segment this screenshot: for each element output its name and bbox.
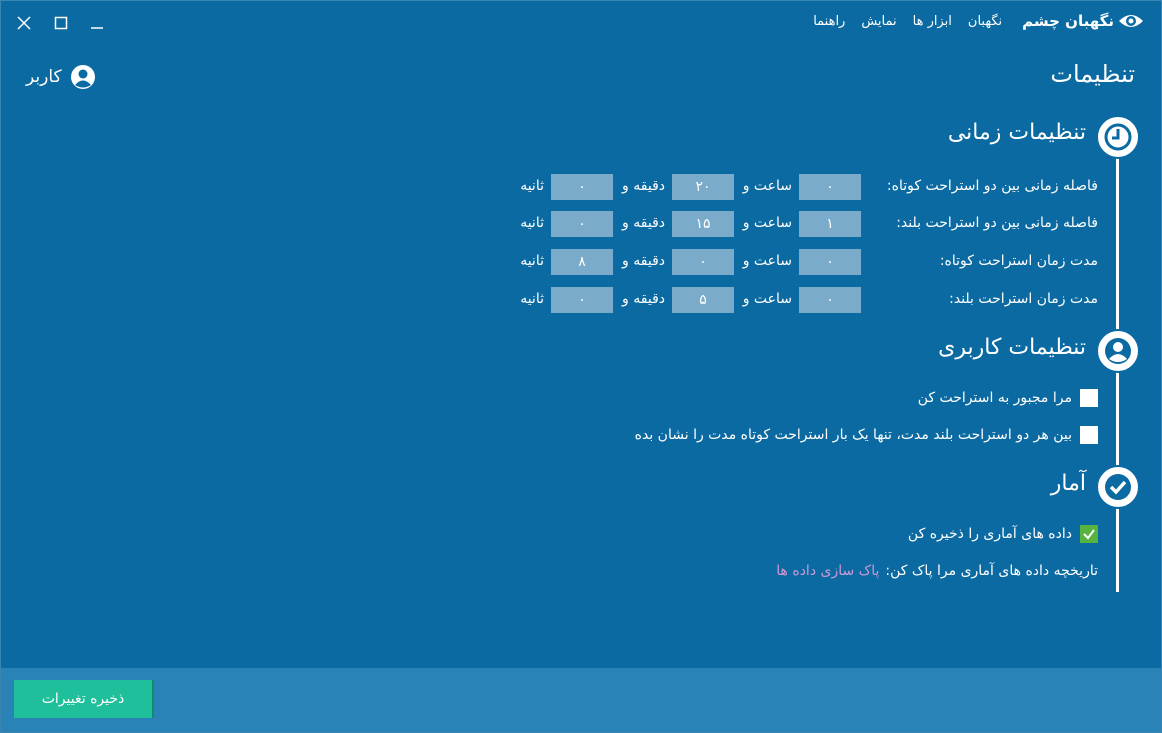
hours-input[interactable]: ۰ <box>799 249 861 275</box>
hours-input[interactable]: ۰ <box>799 287 861 313</box>
footer-bar: ذخیره تغییرات <box>1 668 1161 732</box>
timeline-line <box>1116 150 1119 592</box>
user-account[interactable]: کاربر <box>26 64 96 90</box>
menu-view[interactable]: نمایش <box>861 14 896 29</box>
row-label: فاصله زمانی بین دو استراحت بلند: <box>896 215 1098 231</box>
force-break-checkbox[interactable] <box>1080 389 1098 407</box>
maximize-button[interactable] <box>48 10 74 36</box>
user-icon <box>70 65 95 89</box>
check-icon <box>1083 529 1095 540</box>
user-label: کاربر <box>26 67 62 87</box>
close-button[interactable] <box>11 10 37 36</box>
menu-help[interactable]: راهنما <box>813 14 845 29</box>
minutes-unit: دقیقه و <box>622 215 665 231</box>
save-stats-option[interactable]: داده های آماری را ذخیره کن <box>908 525 1098 543</box>
row-label: فاصله زمانی بین دو استراحت کوتاه: <box>886 178 1098 194</box>
clear-history-row: تاریخچه داده های آماری مرا پاک کن: پاک س… <box>776 563 1098 579</box>
minutes-input[interactable]: ۰ <box>672 249 734 275</box>
page-title: تنظیمات <box>1050 60 1135 88</box>
hours-input[interactable]: ۰ <box>799 174 861 200</box>
hours-unit: ساعت و <box>742 178 792 194</box>
single-short-break-option[interactable]: بین هر دو استراحت بلند مدت، تنها یک بار … <box>635 426 1098 444</box>
time-row-long-interval: فاصله زمانی بین دو استراحت بلند: ۱ ساعت … <box>518 211 1098 237</box>
checkmark-icon <box>1098 467 1138 507</box>
minimize-button[interactable] <box>84 10 110 36</box>
eye-icon <box>1119 15 1143 27</box>
person-icon <box>1098 331 1138 371</box>
window-frame <box>0 0 1162 733</box>
app-header: نگهبان چشم نگهبان ابزار ها نمایش راهنما <box>797 11 1144 31</box>
clear-history-label: تاریخچه داده های آماری مرا پاک کن: <box>885 563 1098 579</box>
time-row-long-duration: مدت زمان استراحت بلند: ۰ ساعت و ۵ دقیقه … <box>518 287 1098 313</box>
time-row-short-duration: مدت زمان استراحت کوتاه: ۰ ساعت و ۰ دقیقه… <box>518 249 1098 275</box>
seconds-input[interactable]: ۸ <box>551 249 613 275</box>
save-changes-button[interactable]: ذخیره تغییرات <box>14 680 154 718</box>
hours-input[interactable]: ۱ <box>799 211 861 237</box>
user-settings-title: تنظیمات کاربری <box>938 335 1086 360</box>
save-stats-label: داده های آماری را ذخیره کن <box>907 526 1072 542</box>
seconds-input[interactable]: ۰ <box>551 211 613 237</box>
row-label: مدت زمان استراحت کوتاه: <box>939 253 1098 269</box>
hours-unit: ساعت و <box>742 291 792 307</box>
minutes-input[interactable]: ۲۰ <box>672 174 734 200</box>
force-break-option[interactable]: مرا مجبور به استراحت کن <box>918 389 1098 407</box>
seconds-unit: ثانیه <box>520 178 544 194</box>
seconds-unit: ثانیه <box>520 215 544 231</box>
force-break-label: مرا مجبور به استراحت کن <box>917 390 1072 406</box>
clear-data-link[interactable]: پاک سازی داده ها <box>776 563 879 579</box>
app-name: نگهبان چشم <box>1022 12 1114 30</box>
single-short-break-checkbox[interactable] <box>1080 426 1098 444</box>
minutes-unit: دقیقه و <box>622 178 665 194</box>
seconds-unit: ثانیه <box>520 253 544 269</box>
minimize-icon <box>91 27 103 29</box>
clock-icon <box>1098 117 1138 157</box>
menu-tools[interactable]: ابزار ها <box>913 14 952 29</box>
minutes-input[interactable]: ۵ <box>672 287 734 313</box>
time-row-short-interval: فاصله زمانی بین دو استراحت کوتاه: ۰ ساعت… <box>518 174 1098 200</box>
menu-guard[interactable]: نگهبان <box>968 14 1002 29</box>
close-icon <box>17 16 31 30</box>
seconds-input[interactable]: ۰ <box>551 174 613 200</box>
save-stats-checkbox[interactable] <box>1080 525 1098 543</box>
minutes-unit: دقیقه و <box>622 253 665 269</box>
minutes-unit: دقیقه و <box>622 291 665 307</box>
seconds-unit: ثانیه <box>520 291 544 307</box>
hours-unit: ساعت و <box>742 215 792 231</box>
hours-unit: ساعت و <box>742 253 792 269</box>
row-label: مدت زمان استراحت بلند: <box>949 291 1098 307</box>
minutes-input[interactable]: ۱۵ <box>672 211 734 237</box>
stats-title: آمار <box>1050 471 1086 496</box>
maximize-icon <box>54 16 68 30</box>
single-short-break-label: بین هر دو استراحت بلند مدت، تنها یک بار … <box>634 427 1072 443</box>
seconds-input[interactable]: ۰ <box>551 287 613 313</box>
time-settings-title: تنظیمات زمانی <box>947 120 1086 145</box>
